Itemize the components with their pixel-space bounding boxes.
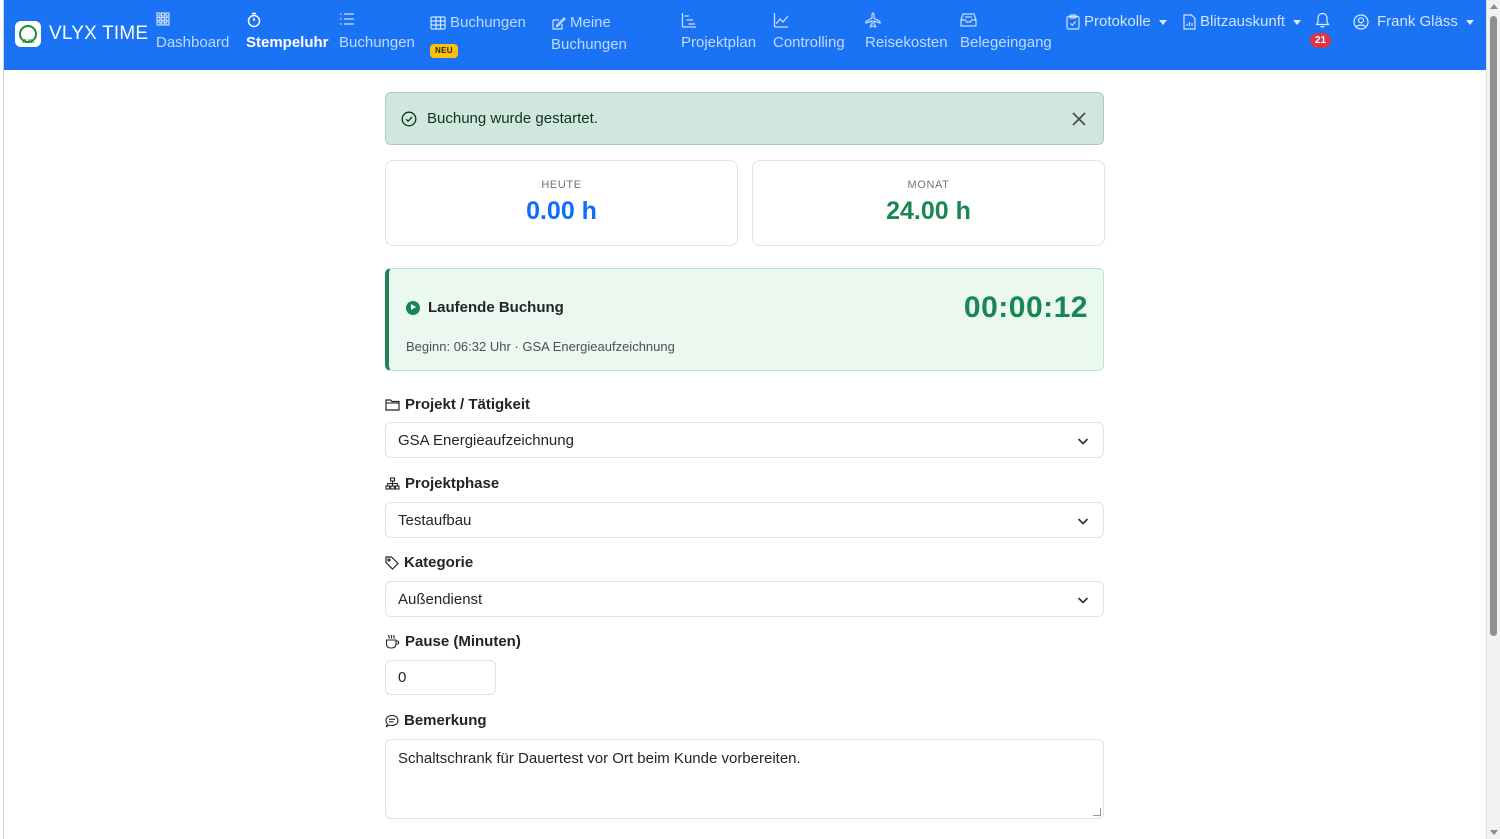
airplane-icon — [865, 12, 948, 32]
nav-buchungen-label: Buchungen — [339, 34, 415, 51]
category-select-value: Außendienst — [398, 590, 483, 608]
phase-select[interactable]: Testaufbau — [385, 502, 1104, 538]
top-navbar: VLYX VLYX TIME Dashboard Stempeluhr Buch… — [4, 0, 1486, 70]
table-icon — [430, 16, 446, 30]
brand-name: VLYX TIME — [49, 23, 149, 44]
running-booking-card: Laufende Buchung 00:00:12 Beginn: 06:32 … — [385, 268, 1104, 371]
alert-message: Buchung wurde gestartet. — [427, 110, 598, 127]
clipboard-check-icon — [1066, 14, 1084, 30]
running-subtitle: Beginn: 06:32 Uhr · GSA Energieaufzeichn… — [406, 339, 675, 354]
nav-reisekosten[interactable]: Reisekosten — [865, 12, 948, 54]
chat-text-icon — [385, 714, 404, 728]
nav-buchungen-neu-label: Buchungen — [450, 14, 526, 31]
check-circle-icon — [401, 111, 417, 127]
bell-icon — [1315, 12, 1334, 29]
nav-projektplan[interactable]: Projektplan — [681, 12, 756, 54]
chevron-down-icon — [1077, 593, 1089, 610]
stat-today-label: HEUTE — [541, 179, 582, 191]
chevron-down-icon — [1158, 19, 1167, 25]
chevron-down-icon — [1465, 19, 1474, 25]
brand[interactable]: VLYX VLYX TIME — [15, 18, 148, 50]
category-select[interactable]: Außendienst — [385, 581, 1104, 617]
remark-textarea-value: Schaltschrank für Dauertest vor Ort beim… — [398, 750, 801, 767]
nav-belegeingang[interactable]: Belegeingang — [960, 12, 1052, 54]
stat-month-label: MONAT — [907, 179, 950, 191]
document-chart-icon — [1183, 14, 1200, 30]
nav-controlling-label: Controlling — [773, 34, 845, 51]
user-menu-dropdown[interactable]: Frank Gläss — [1353, 12, 1474, 32]
success-alert: Buchung wurde gestartet. — [385, 92, 1104, 145]
list-icon — [339, 12, 415, 32]
folder-icon — [385, 398, 405, 411]
pause-input[interactable]: 0 — [385, 660, 496, 695]
gantt-icon — [681, 12, 756, 32]
project-select[interactable]: GSA Energieaufzeichnung — [385, 422, 1104, 458]
nav-meine-buchungen[interactable]: Meine Buchungen — [551, 12, 627, 56]
chevron-down-icon — [1077, 514, 1089, 531]
stat-month-value: 24.00 h — [886, 197, 971, 225]
play-circle-icon — [406, 300, 420, 315]
stopwatch-icon — [246, 12, 329, 32]
pause-input-value: 0 — [398, 669, 407, 686]
nav-meine-label-line1: Meine — [570, 14, 611, 31]
chart-line-icon — [773, 12, 845, 32]
notification-count-badge: 21 — [1310, 33, 1332, 48]
nav-meine-label-line2: Buchungen — [551, 36, 627, 53]
brand-logo-icon: VLYX — [15, 21, 41, 47]
phase-label: Projektphase — [385, 475, 499, 492]
vertical-scrollbar[interactable] — [1486, 0, 1500, 839]
window-frame-left — [0, 0, 4, 839]
nav-reisekosten-label: Reisekosten — [865, 34, 948, 51]
project-label: Projekt / Tätigkeit — [385, 396, 530, 413]
nav-buchungen-neu[interactable]: Buchungen NEU — [430, 12, 526, 60]
remark-textarea[interactable]: Schaltschrank für Dauertest vor Ort beim… — [385, 739, 1104, 819]
stat-today-card: HEUTE 0.00 h — [385, 160, 738, 246]
blitzauskunft-dropdown[interactable]: Blitzauskunft — [1183, 12, 1302, 32]
category-label: Kategorie — [385, 554, 473, 571]
user-circle-icon — [1353, 14, 1373, 30]
new-badge: NEU — [430, 44, 458, 58]
notifications-button[interactable] — [1315, 12, 1334, 29]
scrollbar-thumb[interactable] — [1490, 16, 1497, 636]
blitzauskunft-label: Blitzauskunft — [1200, 13, 1286, 30]
project-select-value: GSA Energieaufzeichnung — [398, 431, 574, 449]
stat-today-value: 0.00 h — [526, 197, 597, 225]
nav-stempeluhr-label: Stempeluhr — [246, 34, 329, 51]
phase-select-value: Testaufbau — [398, 511, 472, 529]
nav-buchungen[interactable]: Buchungen — [339, 12, 415, 54]
scroll-up-arrow-icon[interactable] — [1490, 4, 1498, 9]
remark-label: Bemerkung — [385, 712, 487, 729]
protokolle-label: Protokolle — [1084, 13, 1151, 30]
user-name: Frank Gläss — [1377, 13, 1458, 30]
grid-icon — [156, 12, 229, 32]
nav-dashboard[interactable]: Dashboard — [156, 12, 229, 54]
running-title: Laufende Buchung — [428, 299, 564, 316]
brand-logo-text: VLYX — [21, 39, 35, 45]
cup-hot-icon — [385, 634, 405, 649]
pause-label: Pause (Minuten) — [385, 633, 521, 650]
running-timer: 00:00:12 — [963, 291, 1088, 324]
nav-projektplan-label: Projektplan — [681, 34, 757, 51]
inbox-icon — [960, 12, 1052, 32]
close-icon[interactable] — [1069, 109, 1089, 129]
nav-belegeingang-label: Belegeingang — [960, 34, 1052, 51]
resize-handle-icon[interactable] — [1093, 808, 1101, 816]
chevron-down-icon — [1077, 434, 1089, 451]
tag-icon — [385, 555, 404, 570]
protokolle-dropdown[interactable]: Protokolle — [1066, 12, 1167, 32]
nav-controlling[interactable]: Controlling — [773, 12, 845, 54]
diagram-icon — [385, 477, 405, 490]
nav-dashboard-label: Dashboard — [156, 34, 230, 51]
stat-month-card: MONAT 24.00 h — [752, 160, 1105, 246]
edit-icon — [551, 16, 566, 31]
nav-stempeluhr[interactable]: Stempeluhr — [246, 12, 329, 54]
scroll-down-arrow-icon[interactable] — [1490, 830, 1498, 835]
chevron-down-icon — [1293, 19, 1302, 25]
